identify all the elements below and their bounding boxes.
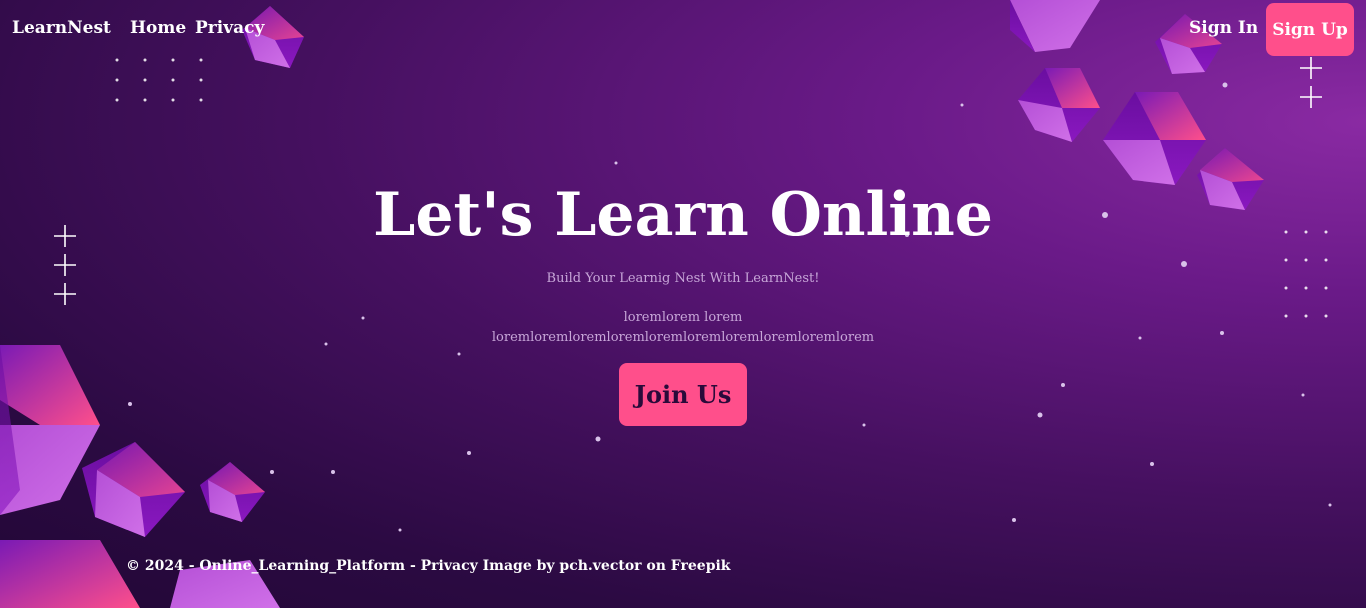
- footer-copyright: © 2024 - Online_Learning_Platform - Priv…: [126, 558, 478, 574]
- cube-decoration: [82, 442, 185, 537]
- nav-link-privacy[interactable]: Privacy: [195, 18, 264, 38]
- footer-credit[interactable]: Image by pch.vector on Freepik: [483, 558, 731, 574]
- hero-subtitle: Build Your Learnig Nest With LearnNest!: [546, 271, 820, 286]
- join-us-button[interactable]: Join Us: [619, 363, 747, 426]
- hero-description-line: loremloremloremloremloremloremloremlorem…: [491, 330, 875, 345]
- sign-up-button[interactable]: Sign Up: [1266, 3, 1354, 56]
- plus-decoration: [1300, 57, 1322, 108]
- footer: © 2024 - Online_Learning_Platform - Priv…: [126, 558, 731, 574]
- cube-decoration: [1018, 68, 1100, 142]
- sign-in-link[interactable]: Sign In: [1189, 18, 1258, 38]
- background-art: [0, 0, 1332, 608]
- cube-decoration: [0, 345, 100, 515]
- navbar: LearnNest Home Privacy Sign In Sign Up: [0, 0, 1366, 58]
- cube-decoration: [200, 462, 265, 522]
- dot-grid-decoration: [115, 58, 203, 102]
- cube-decoration: [0, 540, 280, 608]
- star-decoration: [128, 82, 1332, 532]
- hero-title: Let's Learn Online: [373, 180, 993, 250]
- cube-decoration: [1103, 92, 1206, 185]
- hero-description: loremlorem lorem loremloremloremloremlor…: [0, 308, 1366, 348]
- brand-logo[interactable]: LearnNest: [12, 18, 111, 38]
- nav-link-home[interactable]: Home: [130, 18, 186, 38]
- hero-description-line: loremlorem lorem: [623, 310, 743, 325]
